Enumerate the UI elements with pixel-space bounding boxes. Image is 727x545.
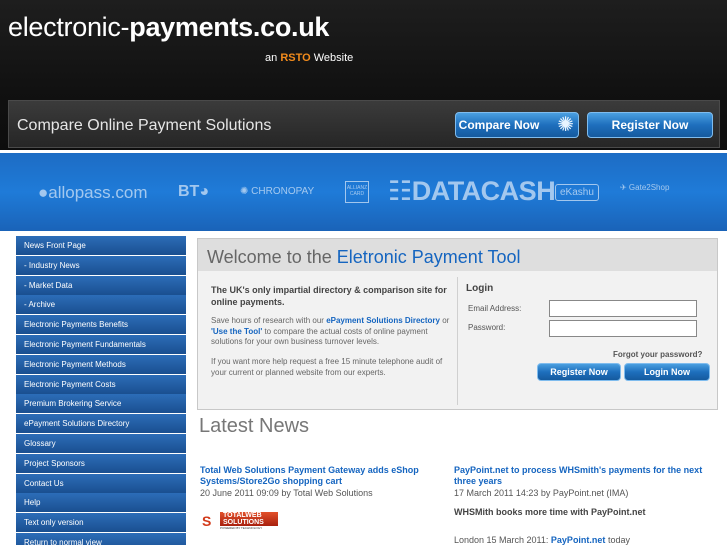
intro-part-2: or [442,316,450,325]
login-now-button[interactable]: Login Now [624,363,710,381]
news-headline-link[interactable]: PayPoint.net to process WHSmith's paymen… [454,465,704,487]
logo-light-text: electronic- [8,12,130,42]
password-field[interactable] [549,320,697,337]
sidebar-item-benefits[interactable]: Electronic Payments Benefits [16,315,186,335]
logo-bold-text: payments.co.uk [129,12,330,42]
sidebar-item-help[interactable]: Help [16,493,186,513]
sponsor-allopass-logo[interactable]: ●allopass.com [38,183,147,203]
news-headline-link[interactable]: Total Web Solutions Payment Gateway adds… [200,465,450,487]
sponsor-ekashu-logo[interactable]: eKashu [555,184,599,201]
use-the-tool-link[interactable]: 'Use the Tool' [211,327,262,336]
site-header: electronic-payments.co.uk an RSTO Websit… [0,0,727,150]
register-now-button[interactable]: Register Now [537,363,621,381]
tagline-prefix: an [265,52,278,64]
sidebar-item-sponsors[interactable]: Project Sponsors [16,453,186,473]
login-divider [457,277,458,405]
welcome-header: Welcome to the Eletronic Payment Tool [198,239,717,271]
news-body: London 15 March 2011: PayPoint.net today [454,535,704,545]
news-meta: 17 March 2011 14:23 by PayPoint.net (IMA… [454,488,629,498]
site-logo[interactable]: electronic-payments.co.uk [8,12,329,43]
register-now-top-button[interactable]: Register Now [587,112,713,138]
news-body-suffix: today [607,535,630,545]
sidebar-item-contact[interactable]: Contact Us [16,473,186,493]
tws-mark-icon: S [202,513,212,529]
news-item: PayPoint.net to process WHSmith's paymen… [454,465,704,545]
directory-link[interactable]: ePayment Solutions Directory [326,316,440,325]
sidebar-item-fundamentals[interactable]: Electronic Payment Fundamentals [16,334,186,354]
email-label: Email Address: [468,304,522,313]
compare-bar: Compare Online Payment Solutions Compare… [8,100,720,148]
news-meta: 20 June 2011 09:09 by Total Web Solution… [200,488,373,498]
sponsor-strip: ●allopass.com BT◕ ✺ CHRONOPAY ALLIANZ CA… [0,153,727,231]
sponsor-gate2shop-logo[interactable]: ✈ Gate2Shop [620,183,669,192]
compare-now-button[interactable]: Compare Now ✺ [455,112,579,138]
sidebar-item-archive[interactable]: - Archive [16,295,186,315]
latest-news-title: Latest News [199,415,310,437]
sidebar-item-costs[interactable]: Electronic Payment Costs [16,374,186,394]
tagline-brand: RSTO [280,52,311,64]
tagline-suffix: Website [313,52,354,64]
sidebar-item-news-front-page[interactable]: News Front Page [16,236,186,255]
compare-bar-title: Compare Online Payment Solutions [17,117,272,134]
sponsor-datacash-logo[interactable]: ☷DATACASH [388,176,556,207]
intro-part-1: Save hours of research with our [211,316,324,325]
gear-icon: ✺ [557,114,574,136]
sponsor-chronopay-logo[interactable]: ✺ CHRONOPAY [240,186,314,197]
welcome-title-highlight: Eletronic Payment Tool [336,247,521,267]
total-web-solutions-logo[interactable]: S TOTALWEB SOLUTIONS POWERED BY TECHNOLO… [202,512,280,530]
tws-logo-tagline: POWERED BY TECHNOLOGY [220,526,263,530]
tws-logo-text: TOTALWEB SOLUTIONS [220,512,278,526]
forgot-password-link[interactable]: Forgot your password? [613,350,702,359]
password-label: Password: [468,323,506,332]
login-title: Login [466,283,494,294]
help-text: If you want more help request a free 15 … [211,357,443,377]
compare-now-label: Compare Now [458,118,540,132]
welcome-title-prefix: Welcome to the [207,247,332,267]
paypoint-link[interactable]: PayPoint.net [551,535,606,545]
sidebar-item-industry-news[interactable]: - Industry News [16,255,186,275]
news-body-prefix: London 15 March 2011: [454,535,549,545]
welcome-title: Welcome to the Eletronic Payment Tool [207,247,521,268]
sidebar-item-brokering[interactable]: Premium Brokering Service [16,394,186,414]
email-field[interactable] [549,300,697,317]
welcome-panel: Welcome to the Eletronic Payment Tool Th… [197,238,718,410]
intro-text: Save hours of research with our ePayment… [211,316,451,348]
sidebar-item-glossary[interactable]: Glossary [16,433,186,453]
sponsor-card-logo[interactable]: ALLIANZ CARD [345,181,369,203]
sidebar-item-market-data[interactable]: - Market Data [16,275,186,295]
sidebar-item-text-only[interactable]: Text only version [16,513,186,533]
news-subheadline: WHSMith books more time with PayPoint.ne… [454,507,646,517]
sidebar-item-methods[interactable]: Electronic Payment Methods [16,354,186,374]
news-item: Total Web Solutions Payment Gateway adds… [200,465,450,498]
tagline: an RSTO Website [265,52,353,64]
sidebar-item-directory[interactable]: ePayment Solutions Directory [16,414,186,434]
sidebar-nav: News Front Page - Industry News - Market… [16,236,186,545]
sponsor-bt-logo[interactable]: BT◕ [178,183,209,201]
sidebar-item-normal-view[interactable]: Return to normal view [16,532,186,545]
intro-headline: The UK's only impartial directory & comp… [211,285,447,307]
